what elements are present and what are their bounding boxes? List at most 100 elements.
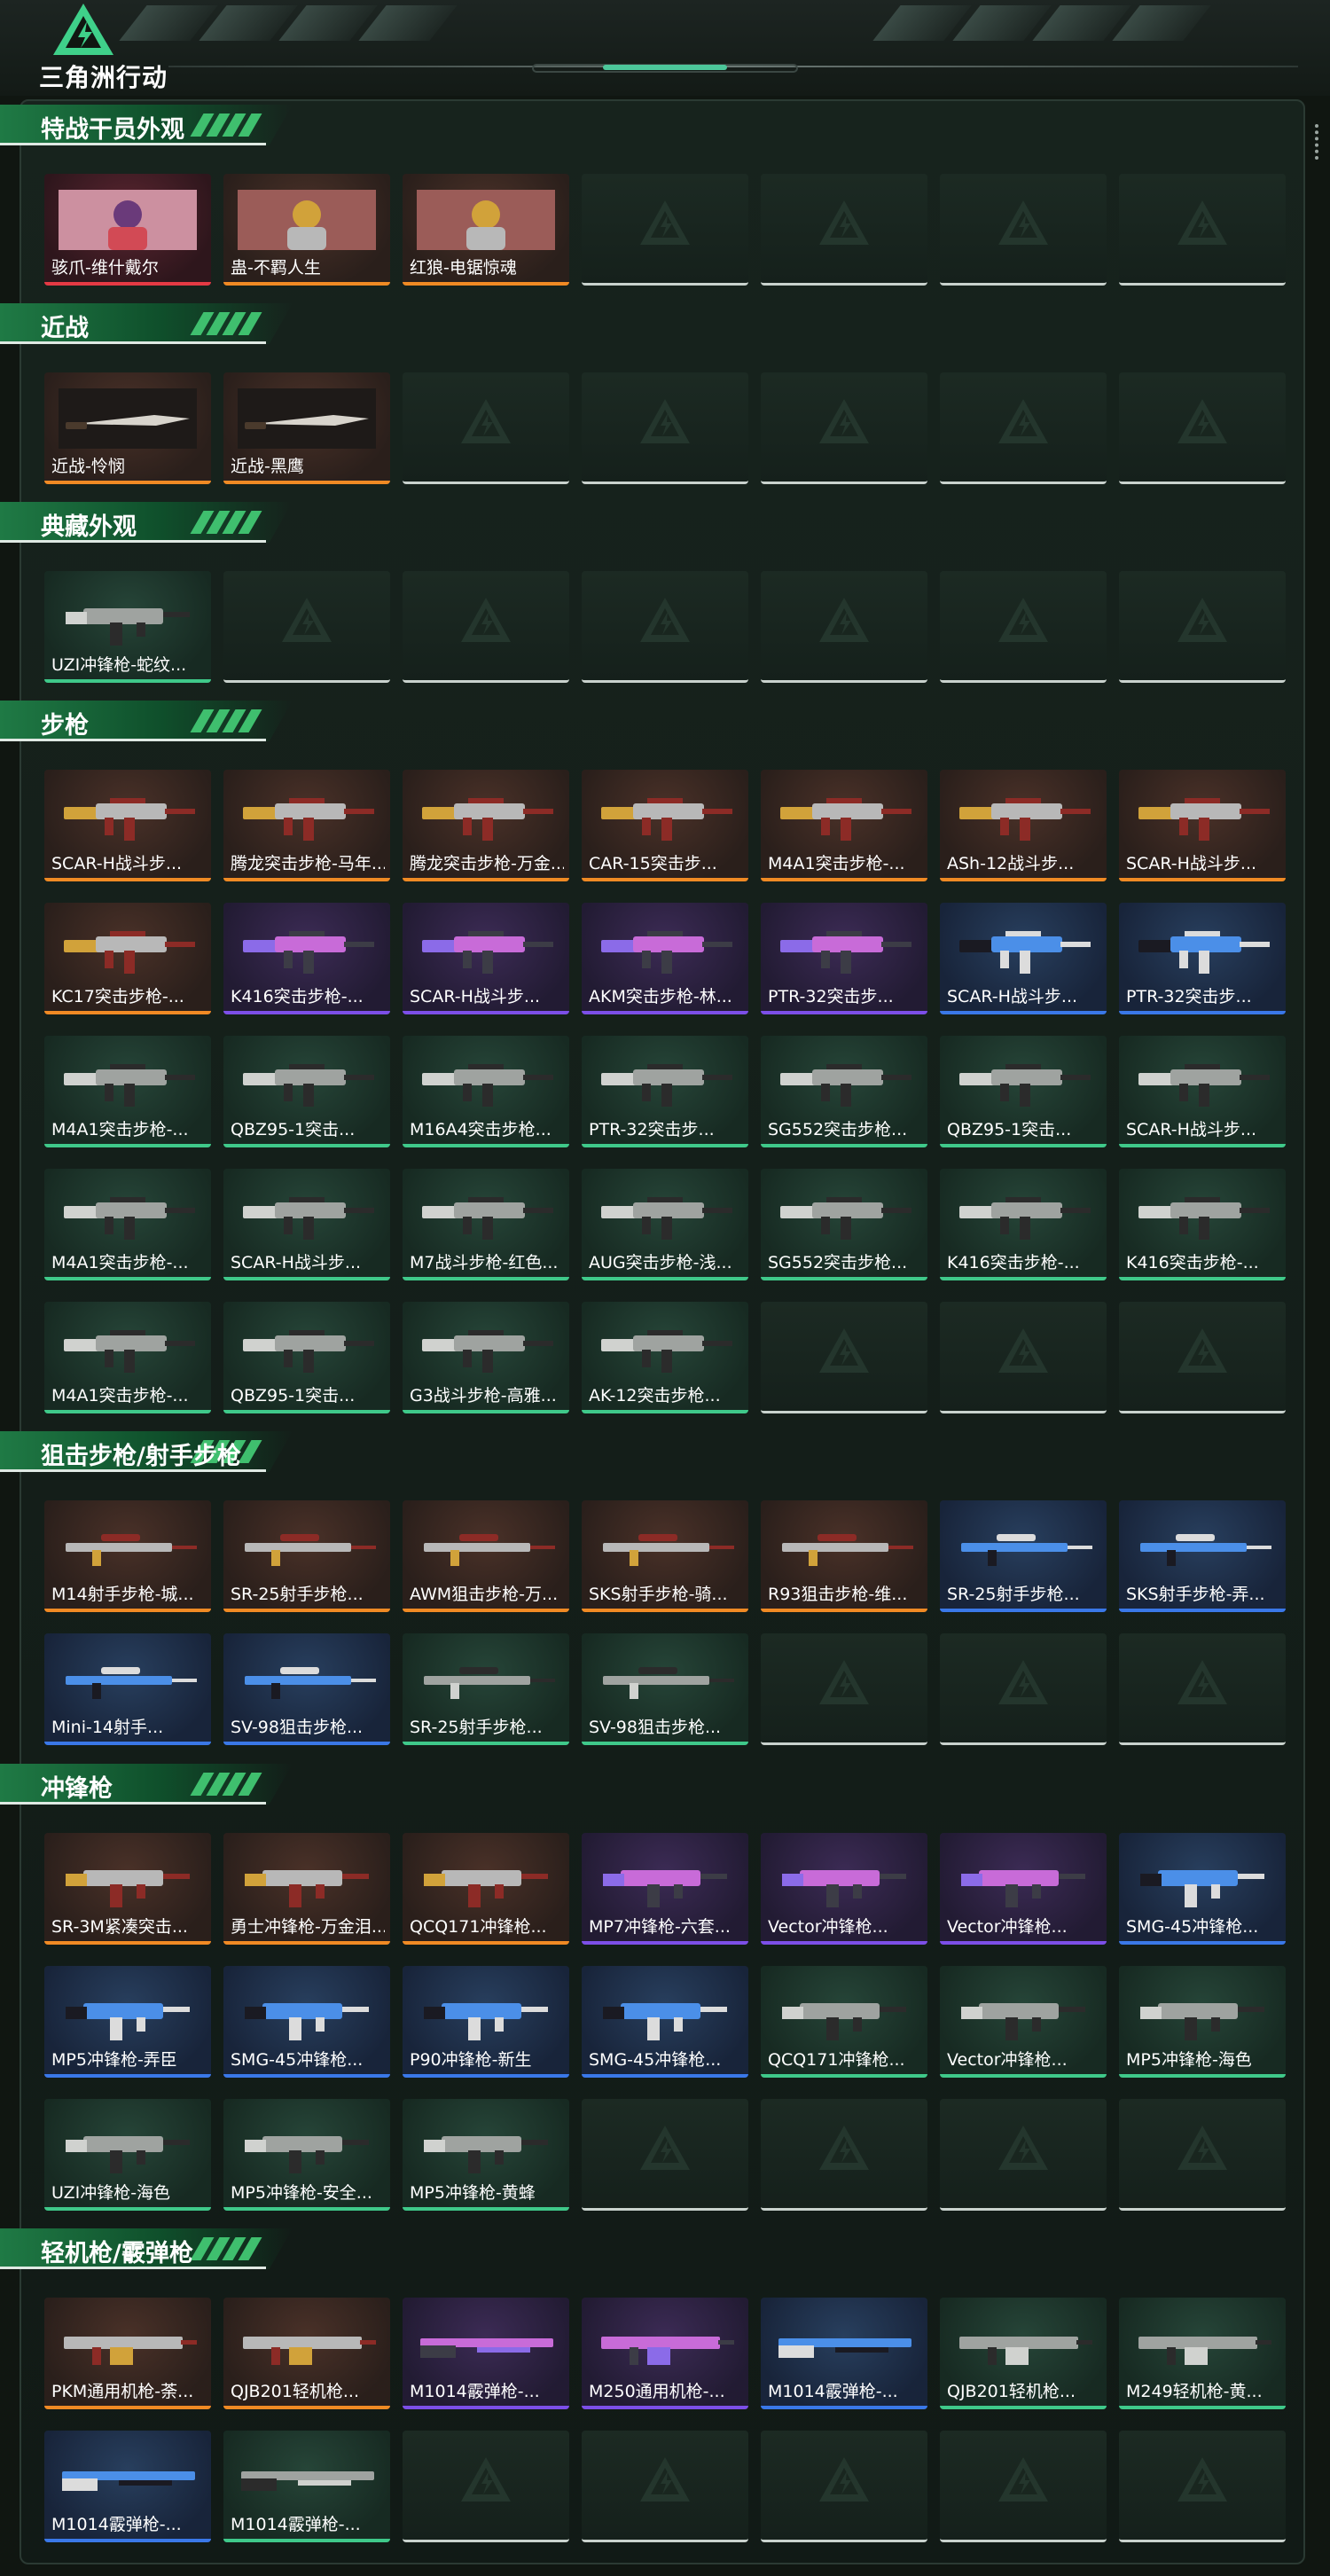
empty-slot (582, 2431, 748, 2542)
skin-card[interactable]: AK-12突击步枪... (582, 1302, 748, 1413)
skin-card-label: M1014霰弹枪-... (768, 2382, 898, 2401)
skin-card[interactable]: SV-98狙击步枪... (223, 1633, 390, 1745)
skin-card[interactable]: M1014霰弹枪-... (403, 2298, 569, 2409)
rarity-bar (44, 282, 211, 286)
skin-card[interactable]: SG552突击步枪... (761, 1036, 927, 1147)
skin-card[interactable]: M4A1突击步枪-... (44, 1302, 211, 1413)
rarity-bar (940, 1941, 1107, 1945)
skin-card[interactable]: R93狙击步枪-维... (761, 1500, 927, 1612)
skin-card[interactable]: QJB201轻机枪... (940, 2298, 1107, 2409)
skin-card-label: AUG突击步枪-浅... (589, 1253, 732, 1272)
skin-card[interactable]: QCQ171冲锋枪... (403, 1833, 569, 1945)
skin-card[interactable]: KC17突击步枪-... (44, 903, 211, 1014)
skin-card[interactable]: SCAR-H战斗步... (1119, 770, 1286, 881)
skin-card[interactable]: 勇士冲锋枪-万金泪... (223, 1833, 390, 1945)
skin-card[interactable]: AKM突击步枪-林... (582, 903, 748, 1014)
skin-card[interactable]: MP5冲锋枪-海色 (1119, 1966, 1286, 2078)
skin-card[interactable]: QJB201轻机枪... (223, 2298, 390, 2409)
skin-card[interactable]: QBZ95-1突击... (223, 1036, 390, 1147)
skin-card[interactable]: MP7冲锋枪-六套... (582, 1833, 748, 1945)
skin-card[interactable]: AUG突击步枪-浅... (582, 1169, 748, 1280)
skin-card[interactable]: 骇爪-维什戴尔 (44, 174, 211, 286)
skin-card[interactable]: QBZ95-1突击... (223, 1302, 390, 1413)
skin-card[interactable]: M250通用机枪-... (582, 2298, 748, 2409)
skin-card[interactable]: 腾龙突击步枪-马年... (223, 770, 390, 881)
skin-card[interactable]: SKS射手步枪-骑... (582, 1500, 748, 1612)
section-header: 步枪 (0, 701, 293, 741)
skin-card[interactable]: PTR-32突击步... (582, 1036, 748, 1147)
skin-card[interactable]: AWM狙击步枪-万... (403, 1500, 569, 1612)
skin-card[interactable]: 近战-怜悯 (44, 372, 211, 484)
skin-card[interactable]: SMG-45冲锋枪... (1119, 1833, 1286, 1945)
skin-card[interactable]: M7战斗步枪-红色... (403, 1169, 569, 1280)
skin-card[interactable]: SCAR-H战斗步... (940, 903, 1107, 1014)
skin-card[interactable]: K416突击步枪-... (1119, 1169, 1286, 1280)
skin-card[interactable]: SCAR-H战斗步... (223, 1169, 390, 1280)
delta-watermark-icon (997, 199, 1050, 247)
skin-card[interactable]: PTR-32突击步... (761, 903, 927, 1014)
skin-card[interactable]: SKS射手步枪-弄... (1119, 1500, 1286, 1612)
skin-card-label: SKS射手步枪-弄... (1126, 1585, 1265, 1604)
skin-card[interactable]: QCQ171冲锋枪... (761, 1966, 927, 2078)
skin-card[interactable]: SG552突击步枪... (761, 1169, 927, 1280)
skin-card[interactable]: SR-25射手步枪... (223, 1500, 390, 1612)
skin-card[interactable]: MP5冲锋枪-黄蜂 (403, 2099, 569, 2211)
scroll-indicator[interactable] (1315, 124, 1318, 160)
delta-watermark-icon (1176, 199, 1229, 247)
skin-card[interactable]: Vector冲锋枪... (761, 1833, 927, 1945)
skin-card[interactable]: M1014霰弹枪-... (761, 2298, 927, 2409)
skin-card-label: 蛊-不羁人生 (231, 258, 321, 278)
skin-card[interactable]: K416突击步枪-... (223, 903, 390, 1014)
skin-card[interactable]: Vector冲锋枪... (940, 1966, 1107, 2078)
skin-card[interactable]: SCAR-H战斗步... (403, 903, 569, 1014)
skin-card[interactable]: M1014霰弹枪-... (44, 2431, 211, 2542)
skin-card[interactable]: M4A1突击步枪-... (44, 1036, 211, 1147)
skin-card[interactable]: P90冲锋枪-新生 (403, 1966, 569, 2078)
delta-watermark-icon (818, 2124, 871, 2172)
skin-card[interactable]: M4A1突击步枪-... (761, 770, 927, 881)
skin-card[interactable]: PTR-32突击步... (1119, 903, 1286, 1014)
delta-watermark-icon (638, 596, 692, 644)
rarity-bar (403, 1144, 569, 1147)
skin-card[interactable]: 腾龙突击步枪-万金... (403, 770, 569, 881)
delta-watermark-icon (818, 2455, 871, 2503)
skin-card[interactable]: SCAR-H战斗步... (1119, 1036, 1286, 1147)
empty-slot (940, 1302, 1107, 1413)
rarity-bar (44, 1144, 211, 1147)
skin-card[interactable]: UZI冲锋枪-海色 (44, 2099, 211, 2211)
skin-card[interactable]: SR-3M紧凑突击... (44, 1833, 211, 1945)
skin-card[interactable]: Mini-14射手... (44, 1633, 211, 1745)
skin-card[interactable]: UZI冲锋枪-蛇纹... (44, 571, 211, 683)
skin-card[interactable]: M4A1突击步枪-... (44, 1169, 211, 1280)
rarity-bar (223, 1609, 390, 1612)
skin-card[interactable]: QBZ95-1突击... (940, 1036, 1107, 1147)
skin-card[interactable]: CAR-15突击步... (582, 770, 748, 881)
skin-card-label: 骇爪-维什戴尔 (51, 258, 159, 278)
skin-card-label: SMG-45冲锋枪... (589, 2050, 722, 2070)
skin-card-label: 近战-黑鹰 (231, 457, 304, 476)
skin-card[interactable]: SMG-45冲锋枪... (223, 1966, 390, 2078)
rarity-bar (761, 2074, 927, 2078)
skin-card[interactable]: MP5冲锋枪-弄臣 (44, 1966, 211, 2078)
skin-card[interactable]: ASh-12战斗步... (940, 770, 1107, 881)
rarity-bar (582, 2074, 748, 2078)
skin-card[interactable]: MP5冲锋枪-安全... (223, 2099, 390, 2211)
skin-card[interactable]: K416突击步枪-... (940, 1169, 1107, 1280)
skin-card[interactable]: SV-98狙击步枪... (582, 1633, 748, 1745)
skin-card[interactable]: G3战斗步枪-高雅... (403, 1302, 569, 1413)
skin-card[interactable]: SMG-45冲锋枪... (582, 1966, 748, 2078)
skin-card[interactable]: PKM通用机枪-荼... (44, 2298, 211, 2409)
skin-card[interactable]: M1014霰弹枪-... (223, 2431, 390, 2542)
skin-card[interactable]: SR-25射手步枪... (403, 1633, 569, 1745)
skin-card[interactable]: SR-25射手步枪... (940, 1500, 1107, 1612)
skin-card[interactable]: M14射手步枪-城... (44, 1500, 211, 1612)
skin-card[interactable]: 红狼-电锯惊魂 (403, 174, 569, 286)
skin-card[interactable]: SCAR-H战斗步... (44, 770, 211, 881)
skin-card[interactable]: 近战-黑鹰 (223, 372, 390, 484)
skin-card[interactable]: M249轻机枪-黄... (1119, 2298, 1286, 2409)
skin-card[interactable]: 蛊-不羁人生 (223, 174, 390, 286)
skin-card-label: PTR-32突击步... (1126, 987, 1252, 1006)
skin-card-label: QBZ95-1突击... (231, 1120, 356, 1139)
skin-card[interactable]: Vector冲锋枪... (940, 1833, 1107, 1945)
skin-card[interactable]: M16A4突击步枪... (403, 1036, 569, 1147)
